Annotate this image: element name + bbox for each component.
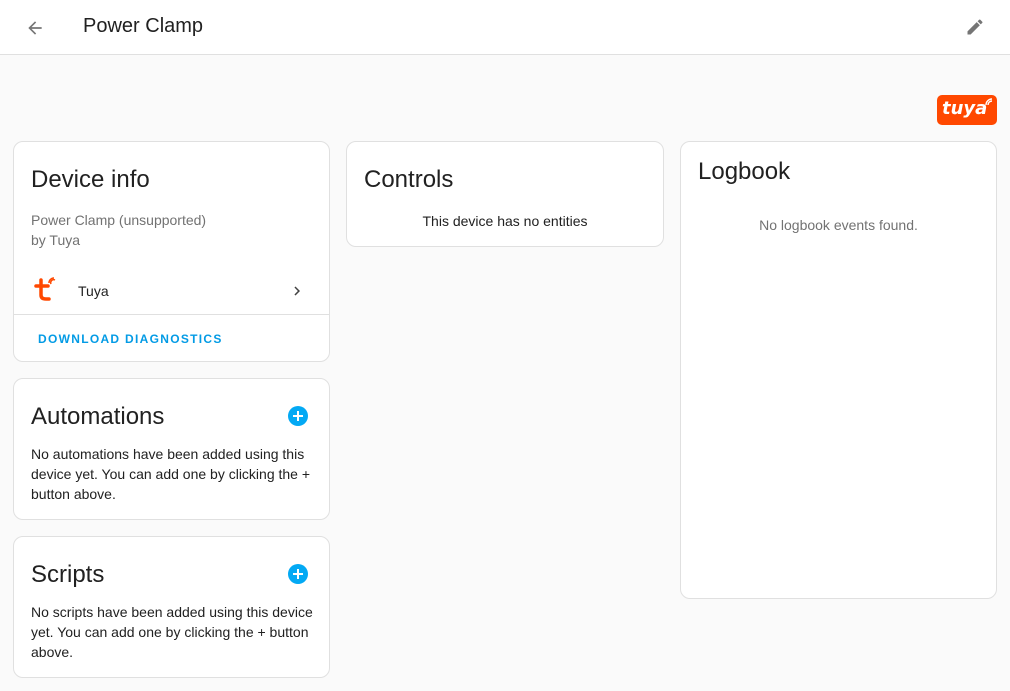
device-manufacturer: by Tuya — [31, 232, 81, 248]
logbook-card: Logbook No logbook events found. — [680, 141, 997, 599]
top-app-bar: Power Clamp — [0, 0, 1010, 55]
automations-card: Automations No automations have been add… — [13, 378, 330, 520]
edit-button[interactable] — [958, 10, 992, 44]
back-button[interactable] — [18, 11, 52, 45]
add-automation-button[interactable] — [288, 406, 308, 426]
page-title: Power Clamp — [83, 15, 204, 37]
chevron-right-icon — [294, 286, 300, 296]
controls-empty-text: This device has no entities — [422, 213, 588, 229]
device-model: Power Clamp (unsupported) — [31, 212, 207, 228]
add-script-button[interactable] — [288, 564, 308, 584]
logbook-empty-text: No logbook events found. — [759, 217, 918, 233]
controls-title: Controls — [364, 166, 454, 193]
scripts-empty-text: No scripts have been added using this de… — [31, 604, 313, 660]
tuya-icon — [34, 277, 56, 301]
automations-title: Automations — [31, 403, 165, 430]
arrow-left-icon — [28, 21, 42, 35]
tuya-logo: tuya — [937, 95, 997, 125]
logbook-title: Logbook — [698, 158, 791, 185]
tuya-logo-wordmark: tuya — [942, 98, 988, 119]
scripts-title: Scripts — [31, 561, 105, 588]
automations-empty-text: No automations have been added using thi… — [31, 446, 311, 502]
download-diagnostics-button[interactable]: DOWNLOAD DIAGNOSTICS — [38, 332, 223, 346]
controls-card: Controls This device has no entities — [346, 141, 664, 247]
integration-row[interactable]: Tuya — [14, 270, 329, 312]
device-info-card: Device info Power Clamp (unsupported) by… — [13, 141, 330, 362]
card-divider — [14, 314, 329, 315]
wifi-signal-icon — [985, 98, 993, 106]
integration-label: Tuya — [78, 283, 109, 299]
scripts-card: Scripts No scripts have been added using… — [13, 536, 330, 678]
device-info-title: Device info — [31, 166, 150, 193]
pencil-icon — [967, 19, 983, 35]
